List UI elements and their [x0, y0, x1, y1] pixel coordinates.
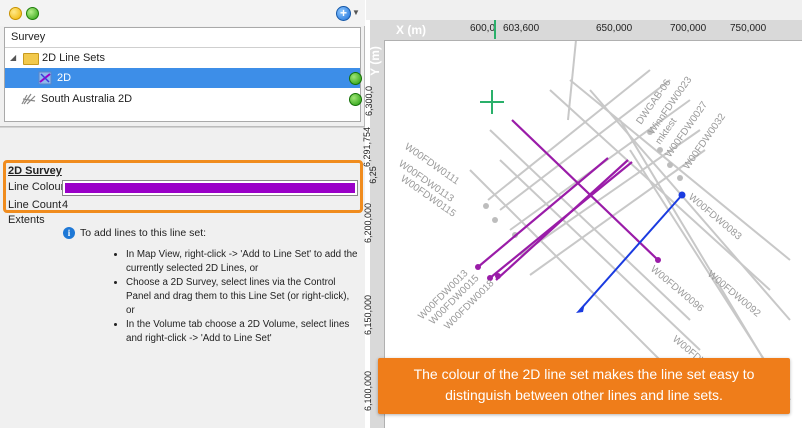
- chevron-down-icon[interactable]: ▼: [352, 8, 360, 17]
- green-status-icon[interactable]: [26, 7, 39, 20]
- x-axis-label: X (m): [396, 23, 426, 37]
- callout-line: distinguish between other lines and line…: [445, 387, 723, 403]
- y-tick: 6,100,000: [363, 370, 374, 412]
- line-set-icon: [38, 71, 52, 85]
- instruction-item: Choose a 2D Survey, select lines via the…: [126, 276, 360, 318]
- x-tick: 600,0: [470, 23, 496, 34]
- folder-icon: [23, 53, 39, 65]
- survey-tree: Survey ◢ 2D Line Sets 2D South Australia…: [4, 27, 362, 122]
- tree-item-label: South Australia 2D: [41, 93, 133, 105]
- cursor-marker: [494, 20, 496, 39]
- x-axis: X (m) 600,0 603,600 650,000 700,000 750,…: [370, 20, 802, 41]
- callout-banner: The colour of the 2D line set makes the …: [378, 358, 790, 414]
- callout-line: The colour of the 2D line set makes the …: [413, 366, 755, 382]
- panel-toolbar: + ▼: [0, 0, 365, 26]
- survey-icon: [21, 93, 36, 105]
- tree-item-2d[interactable]: 2D: [5, 68, 362, 88]
- colour-swatch: [65, 183, 355, 193]
- tree-header: Survey: [5, 28, 360, 48]
- y-tick: 6,300,0: [364, 85, 375, 117]
- instructions-list: In Map View, right-click -> 'Add to Line…: [112, 248, 360, 346]
- tree-item-label: 2D Line Sets: [42, 52, 105, 64]
- line-count-value: 4: [62, 199, 69, 211]
- line-colour-label: Line Colour: [8, 181, 65, 193]
- cursor-crosshair: [480, 90, 504, 114]
- instruction-item: In Map View, right-click -> 'Add to Line…: [126, 248, 360, 276]
- yellow-status-icon[interactable]: [9, 7, 22, 20]
- blue-line: [579, 194, 683, 311]
- y-tick: 6,291,754: [362, 126, 373, 168]
- expand-triangle-icon[interactable]: ◢: [10, 48, 16, 68]
- y-tick: 6,200,000: [363, 202, 374, 244]
- map-top-bar: [366, 0, 802, 20]
- tree-item-2d-line-sets[interactable]: ◢ 2D Line Sets: [5, 48, 360, 68]
- x-tick: 650,000: [596, 23, 633, 34]
- plus-circle-icon[interactable]: +: [336, 6, 351, 21]
- tree-item-south-australia-2d[interactable]: South Australia 2D: [5, 89, 362, 109]
- x-tick: 700,000: [670, 23, 707, 34]
- info-icon: i: [63, 227, 75, 239]
- y-tick: 6,150,000: [363, 294, 374, 336]
- control-panel: + ▼ Survey ◢ 2D Line Sets 2D South Austr…: [0, 0, 365, 428]
- extents-label: Extents: [8, 214, 45, 226]
- y-tick: 6,25: [367, 166, 378, 184]
- tree-item-label: 2D: [57, 72, 72, 84]
- instruction-item: In the Volume tab choose a 2D Volume, se…: [126, 318, 360, 346]
- y-axis-label: Y (m): [367, 46, 382, 76]
- section-title: 2D Survey: [8, 165, 62, 177]
- status-dot-icon: [349, 93, 362, 106]
- purple-line: [477, 157, 609, 268]
- info-text: To add lines to this line set:: [80, 227, 207, 239]
- status-dot-icon: [349, 72, 362, 85]
- x-tick: 603,600: [503, 23, 540, 34]
- purple-line: [511, 119, 659, 261]
- line-count-label: Line Count: [8, 199, 62, 211]
- x-tick: 750,000: [730, 23, 767, 34]
- line-colour-picker[interactable]: [62, 180, 358, 196]
